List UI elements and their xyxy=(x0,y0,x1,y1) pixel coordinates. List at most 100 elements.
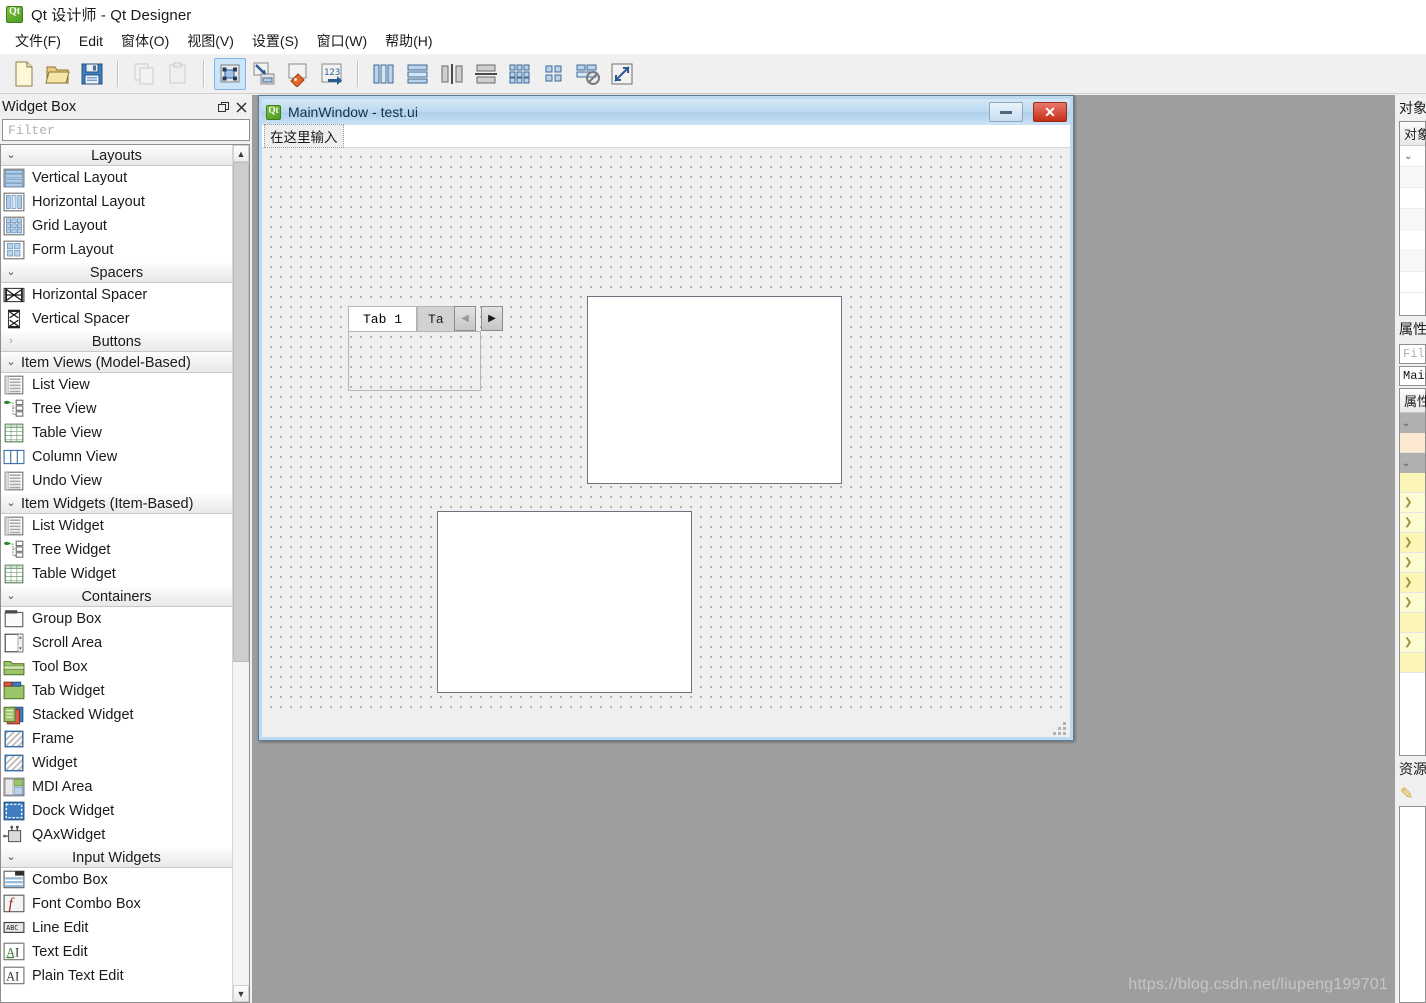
chevron-right-icon[interactable]: ❯ xyxy=(1404,517,1412,528)
layout-splitter-vertical-button[interactable] xyxy=(470,58,502,90)
chevron-down-icon[interactable]: ⌄ xyxy=(1404,151,1412,162)
widget-item-table-view[interactable]: Table View xyxy=(1,421,232,445)
close-icon[interactable] xyxy=(232,98,250,116)
chevron-down-icon[interactable]: ⌄ xyxy=(1,591,21,602)
widget-item-column-view[interactable]: Column View xyxy=(1,445,232,469)
menu-window[interactable]: 窗口(W) xyxy=(308,29,377,53)
paste-button[interactable] xyxy=(162,58,194,90)
chevron-right-icon[interactable]: ❯ xyxy=(1404,597,1412,608)
widget-item-combo-box[interactable]: Combo Box xyxy=(1,868,232,892)
chevron-right-icon[interactable]: › xyxy=(1,336,21,347)
tab-1[interactable]: Tab 1 xyxy=(348,306,418,331)
widget-item-vertical-layout[interactable]: Vertical Layout xyxy=(1,166,232,190)
widget-item-horizontal-layout[interactable]: Horizontal Layout xyxy=(1,190,232,214)
widget-item-stacked-widget[interactable]: Stacked Widget xyxy=(1,703,232,727)
widget-box-filter[interactable] xyxy=(2,119,250,141)
widget-category-containers[interactable]: ⌄ Containers xyxy=(1,586,232,607)
edit-signals-slots-button[interactable] xyxy=(248,58,280,90)
widget-item-plain-text-edit[interactable]: A I Plain Text Edit xyxy=(1,964,232,988)
property-row[interactable]: ❯ xyxy=(1400,573,1425,593)
widget-item-widget[interactable]: Widget xyxy=(1,751,232,775)
tab-page[interactable] xyxy=(348,331,481,391)
tab-scroll-left-button[interactable]: ◀ xyxy=(454,306,476,331)
chevron-down-icon[interactable]: ⌄ xyxy=(1,852,21,863)
object-inspector-row[interactable] xyxy=(1400,188,1425,209)
menu-view[interactable]: 视图(V) xyxy=(178,29,243,53)
chevron-down-icon[interactable]: ⌄ xyxy=(1402,418,1410,429)
object-inspector-row[interactable] xyxy=(1400,251,1425,272)
form-canvas[interactable]: Tab 1 Ta ◀ ▶ xyxy=(262,148,1070,715)
close-button[interactable]: ✕ xyxy=(1033,102,1067,122)
object-inspector-row[interactable] xyxy=(1400,230,1425,251)
frame-right[interactable] xyxy=(587,296,842,484)
widget-item-line-edit[interactable]: ABC Line Edit xyxy=(1,916,232,940)
pencil-icon[interactable]: ✎ xyxy=(1395,782,1426,806)
resource-browser-panel[interactable] xyxy=(1399,806,1426,1003)
widget-box-scrollbar[interactable]: ▲ ▼ xyxy=(232,145,249,1002)
edit-widgets-button[interactable] xyxy=(214,57,246,90)
break-layout-button[interactable] xyxy=(572,58,604,90)
widget-item-mdi-area[interactable]: MDI Area xyxy=(1,775,232,799)
property-row[interactable] xyxy=(1400,473,1425,493)
widget-item-qaxwidget[interactable]: QAxWidget xyxy=(1,823,232,847)
widget-item-tree-view[interactable]: Tree View xyxy=(1,397,232,421)
property-row[interactable] xyxy=(1400,653,1425,673)
property-row[interactable]: ❯ xyxy=(1400,513,1425,533)
widget-item-undo-view[interactable]: Undo View xyxy=(1,469,232,493)
save-button[interactable] xyxy=(76,58,108,90)
scroll-up-icon[interactable]: ▲ xyxy=(233,145,249,162)
property-editor-panel[interactable]: 属性 ⌄ ⌄ ❯ ❯ ❯ ❯ ❯ ❯ ❯ xyxy=(1399,388,1426,756)
menu-placeholder[interactable]: 在这里输入 xyxy=(264,124,344,148)
object-inspector-row[interactable] xyxy=(1400,167,1425,188)
chevron-down-icon[interactable]: ⌄ xyxy=(1,357,21,368)
widget-item-text-edit[interactable]: A I Text Edit xyxy=(1,940,232,964)
chevron-right-icon[interactable]: ❯ xyxy=(1404,497,1412,508)
property-row[interactable]: ❯ xyxy=(1400,493,1425,513)
property-row[interactable] xyxy=(1400,613,1425,633)
widget-category-spacers[interactable]: ⌄ Spacers xyxy=(1,262,232,283)
menu-help[interactable]: 帮助(H) xyxy=(376,29,441,53)
menu-file[interactable]: 文件(F) xyxy=(6,29,70,53)
layout-in-form-button[interactable] xyxy=(538,58,570,90)
new-file-button[interactable] xyxy=(8,58,40,90)
menu-settings[interactable]: 设置(S) xyxy=(243,29,308,53)
chevron-right-icon[interactable]: ❯ xyxy=(1404,577,1412,588)
widget-category-buttons[interactable]: › Buttons xyxy=(1,331,232,352)
widget-item-list-widget[interactable]: List Widget xyxy=(1,514,232,538)
layout-horizontally-button[interactable] xyxy=(368,58,400,90)
object-inspector-row[interactable] xyxy=(1400,209,1425,230)
filter-input[interactable] xyxy=(6,121,246,139)
menu-edit[interactable]: Edit xyxy=(70,31,112,51)
form-window[interactable]: MainWindow - test.ui ✕ 在这里输入 Tab 1 Ta xyxy=(258,95,1074,741)
scroll-down-icon[interactable]: ▼ xyxy=(233,985,249,1002)
chevron-down-icon[interactable]: ⌄ xyxy=(1402,458,1410,469)
scrollbar-track[interactable] xyxy=(233,162,249,985)
widget-item-font-combo-box[interactable]: f Font Combo Box xyxy=(1,892,232,916)
object-inspector-row[interactable] xyxy=(1400,272,1425,293)
layout-splitter-horizontal-button[interactable] xyxy=(436,58,468,90)
chevron-right-icon[interactable]: ❯ xyxy=(1404,537,1412,548)
chevron-right-icon[interactable]: ❯ xyxy=(1404,637,1412,648)
widget-item-dock-widget[interactable]: Dock Widget xyxy=(1,799,232,823)
menu-form[interactable]: 窗体(O) xyxy=(112,29,178,53)
frame-bottom[interactable] xyxy=(437,511,692,693)
scrollbar-thumb[interactable] xyxy=(233,162,249,662)
widget-item-tab-widget[interactable]: Tab Widget xyxy=(1,679,232,703)
widget-category-item-views-model-based[interactable]: ⌄ Item Views (Model-Based) xyxy=(1,352,232,373)
property-row[interactable] xyxy=(1400,433,1425,453)
widget-item-frame[interactable]: Frame xyxy=(1,727,232,751)
property-filter-input[interactable]: Filter xyxy=(1399,344,1426,364)
edit-buddies-button[interactable] xyxy=(282,58,314,90)
chevron-right-icon[interactable]: ❯ xyxy=(1404,557,1412,568)
property-row[interactable]: ❯ xyxy=(1400,553,1425,573)
widget-category-item-widgets-item-based[interactable]: ⌄ Item Widgets (Item-Based) xyxy=(1,493,232,514)
property-row[interactable]: ❯ xyxy=(1400,593,1425,613)
widget-item-list-view[interactable]: List View xyxy=(1,373,232,397)
chevron-down-icon[interactable]: ⌄ xyxy=(1,498,21,509)
widget-item-form-layout[interactable]: Form Layout xyxy=(1,238,232,262)
property-row[interactable]: ❯ xyxy=(1400,533,1425,553)
property-row[interactable]: ❯ xyxy=(1400,633,1425,653)
widget-item-scroll-area[interactable]: Scroll Area xyxy=(1,631,232,655)
layout-vertically-button[interactable] xyxy=(402,58,434,90)
property-group-row[interactable]: ⌄ xyxy=(1400,453,1425,473)
